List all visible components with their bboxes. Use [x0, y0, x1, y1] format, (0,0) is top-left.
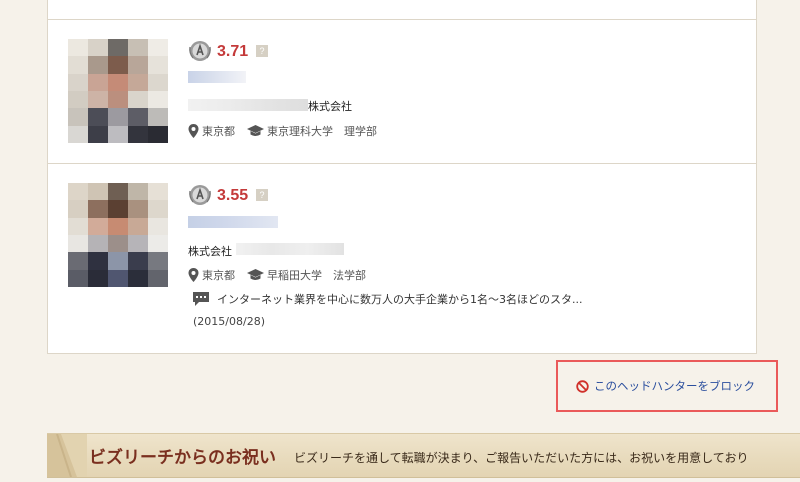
graduation-cap-icon [247, 125, 264, 136]
rank-badge-icon [189, 41, 211, 61]
banner-text: ビズリーチを通して転職が決まり、ご報告いただいた方には、お祝いを用意しており [294, 451, 749, 465]
avatar[interactable] [68, 39, 168, 143]
masked-name [188, 216, 278, 228]
profile-meta: 東京都 早稲田大学 法学部 [188, 267, 378, 283]
comment-row: インターネット業界を中心に数万人の大手企業から1名～3名ほどのスタ... [193, 291, 583, 307]
block-highlight-box: このヘッドハンターをブロック [556, 360, 778, 412]
help-badge[interactable]: ? [256, 189, 268, 201]
comment-text: インターネット業界を中心に数万人の大手企業から1名～3名ほどのスタ... [217, 293, 583, 306]
masked-company [236, 243, 344, 255]
paper-corner-decoration [47, 434, 87, 477]
rank-badge-icon [189, 185, 211, 205]
block-link-label: このヘッドハンターをブロック [594, 379, 755, 393]
celebration-banner: ビズリーチからのお祝い ビズリーチを通して転職が決まり、ご報告いただいた方には、… [47, 433, 800, 478]
masked-company [188, 99, 308, 111]
graduation-cap-icon [247, 269, 264, 280]
location: 東京都 [202, 125, 235, 138]
comment-icon [193, 292, 209, 306]
comment-date: (2015/08/28) [193, 315, 265, 328]
map-pin-icon [188, 268, 199, 282]
company-prefix: 株式会社 [188, 245, 232, 258]
headhunter-card[interactable]: 3.55 ? 株式会社 東京都 早稲田大学 法学部 インターネット業界を中心に数… [48, 163, 756, 353]
score: 3.55 [217, 187, 249, 204]
map-pin-icon [188, 124, 199, 138]
block-headhunter-link[interactable]: このヘッドハンターをブロック [576, 378, 755, 394]
location: 東京都 [202, 269, 235, 282]
profile-meta: 東京都 東京理科大学 理学部 [188, 123, 389, 139]
banner-title: ビズリーチからのお祝い [89, 448, 276, 468]
headhunter-list-panel: 3.71 ? 株式会社 東京都 東京理科大学 理学部 3.55 ? 株式会社 東… [47, 0, 757, 354]
company-suffix: 株式会社 [308, 100, 352, 113]
avatar[interactable] [68, 183, 168, 287]
help-badge[interactable]: ? [256, 45, 268, 57]
education: 東京理科大学 理学部 [267, 125, 377, 138]
score: 3.71 [217, 43, 249, 60]
education: 早稲田大学 法学部 [267, 269, 366, 282]
block-icon [576, 379, 589, 393]
masked-name [188, 71, 246, 83]
headhunter-card[interactable]: 3.71 ? 株式会社 東京都 東京理科大学 理学部 [48, 19, 756, 163]
